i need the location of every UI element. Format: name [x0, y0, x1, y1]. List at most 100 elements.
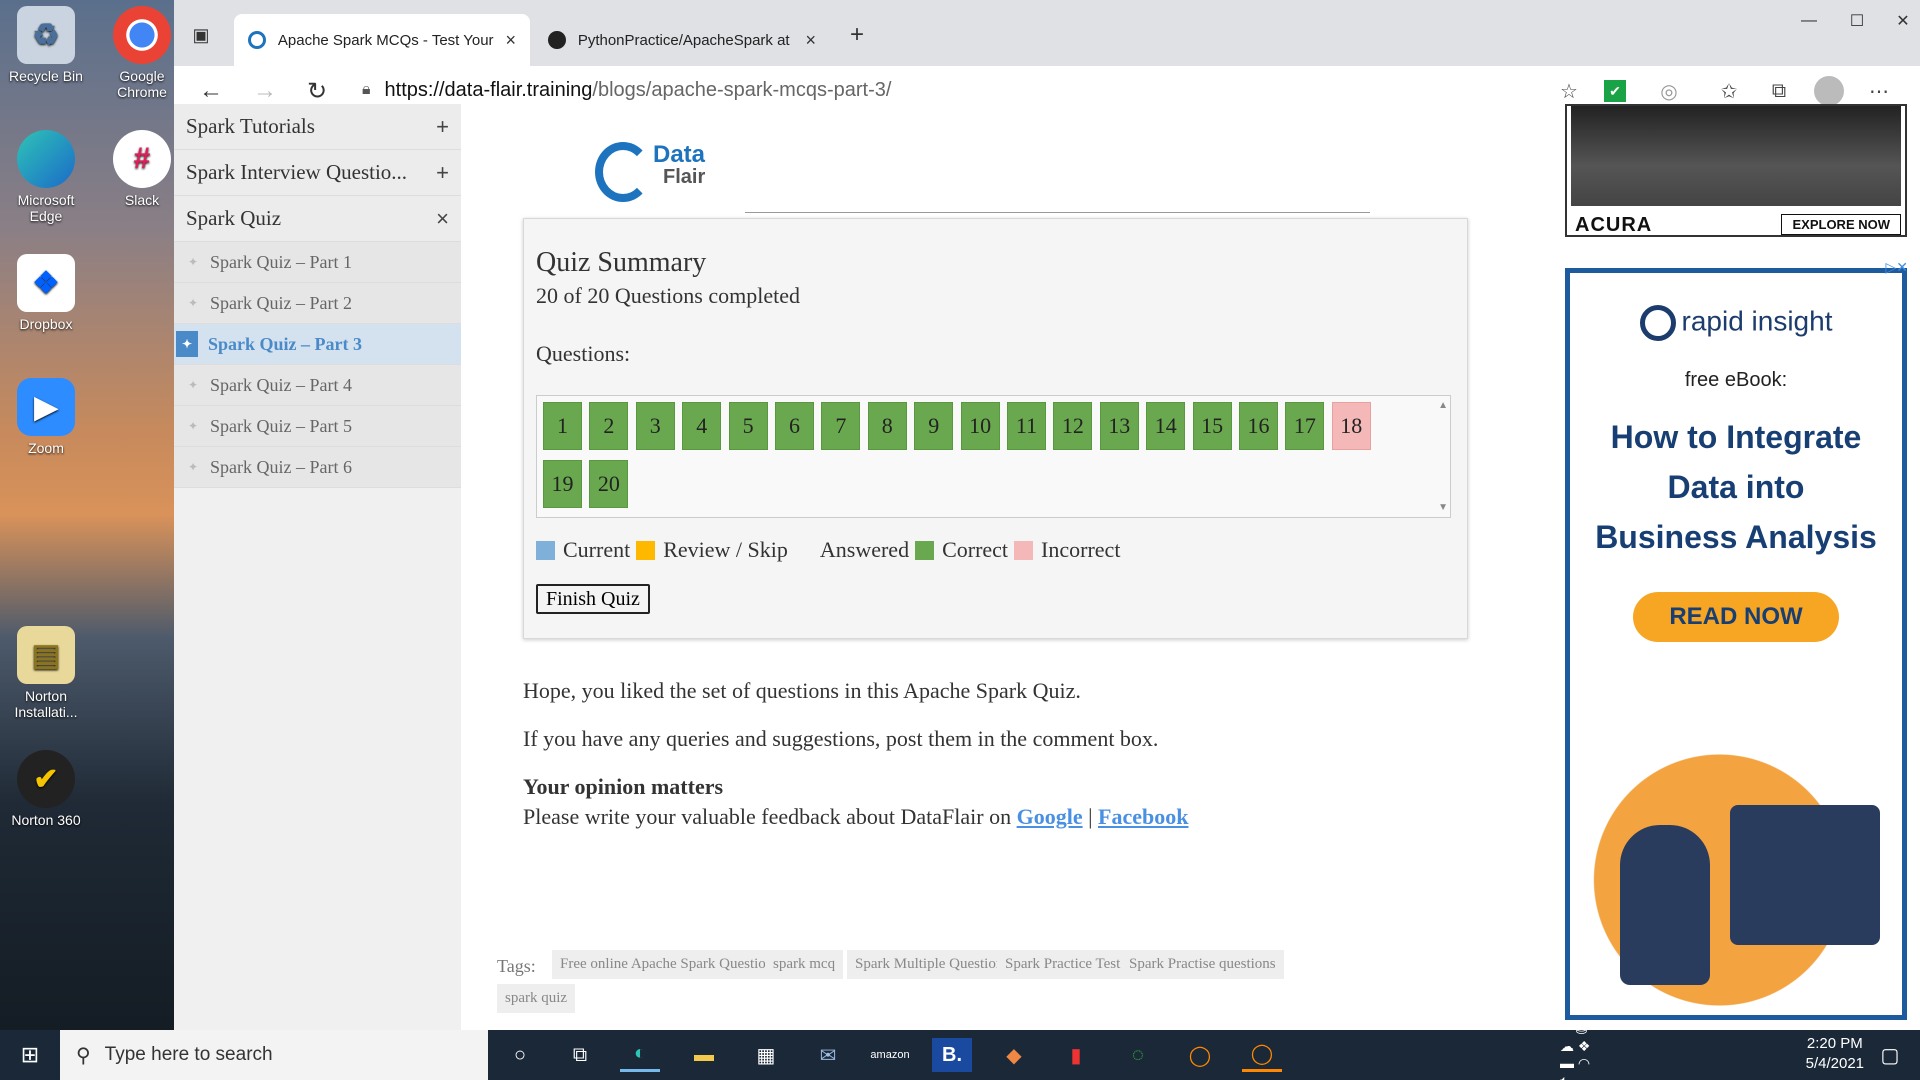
minimize-button[interactable]: —: [1792, 4, 1826, 38]
question-4-button[interactable]: 4: [682, 402, 722, 450]
profile-avatar[interactable]: [1814, 76, 1844, 106]
read-now-button[interactable]: READ NOW: [1633, 592, 1839, 642]
dropbox-shortcut[interactable]: ❖ Dropbox: [0, 254, 92, 332]
extension-icon[interactable]: ◎: [1654, 76, 1684, 106]
tag[interactable]: spark quiz: [497, 984, 576, 1013]
question-5-button[interactable]: 5: [728, 402, 768, 450]
maximize-button[interactable]: ☐: [1840, 4, 1874, 38]
extension-check-icon[interactable]: ✔: [1604, 80, 1626, 102]
clock[interactable]: 2:20 PM 5/4/2021: [1806, 1034, 1864, 1074]
scroll-down-icon[interactable]: ▼: [1438, 502, 1448, 513]
question-1-button[interactable]: 1: [543, 402, 582, 450]
edge-shortcut[interactable]: Microsoft Edge: [0, 130, 92, 224]
cortana-icon[interactable]: ○: [500, 1038, 540, 1072]
forward-arrow-icon[interactable]: →: [248, 74, 282, 108]
sidebar-item-quiz-part-4[interactable]: ✦ Spark Quiz – Part 4: [174, 365, 461, 406]
tag[interactable]: Free online Apache Spark Questions: [552, 950, 788, 979]
amazon-icon[interactable]: amazon: [870, 1038, 910, 1072]
url-path: /blogs/apache-spark-mcqs-part-3/: [592, 78, 892, 101]
question-14-button[interactable]: 14: [1146, 402, 1186, 450]
more-options-icon[interactable]: ⋯: [1864, 76, 1894, 106]
notifications-icon[interactable]: ▢: [1870, 1038, 1910, 1072]
recycle-bin-shortcut[interactable]: ♻ Recycle Bin: [0, 6, 92, 84]
question-19-button[interactable]: 19: [543, 460, 582, 508]
back-arrow-icon[interactable]: ←: [194, 74, 228, 108]
sidebar-item-quiz-part-3[interactable]: ✦ Spark Quiz – Part 3: [174, 324, 461, 365]
zoom-shortcut[interactable]: ▶ Zoom: [0, 378, 92, 456]
tag[interactable]: Spark Practice Test: [997, 950, 1129, 979]
tab-apache-spark-mcqs[interactable]: Apache Spark MCQs - Test Your ×: [234, 14, 530, 66]
ad-illustration: [1570, 715, 1902, 1015]
ad-choices-icon[interactable]: ▷✕: [1886, 259, 1909, 276]
question-16-button[interactable]: 16: [1239, 402, 1278, 450]
question-grid: ▲ ▼ 1 2 3 4 5 6 7 8 9 10 11 12 13 14 15 16 17 18 19 20: [536, 395, 1451, 518]
question-15-button[interactable]: 15: [1192, 402, 1232, 450]
jupyter-icon[interactable]: ◯: [1180, 1038, 1220, 1072]
question-9-button[interactable]: 9: [914, 402, 954, 450]
norton-360-shortcut[interactable]: ✔ Norton 360: [0, 750, 92, 828]
edge-taskbar-icon[interactable]: ◐: [620, 1038, 660, 1072]
sidebar-item-label: Spark Quiz – Part 3: [208, 333, 363, 354]
collapse-icon[interactable]: ×: [436, 206, 449, 232]
expand-icon[interactable]: +: [436, 160, 449, 186]
close-tab-icon[interactable]: ×: [805, 30, 816, 51]
sidebar-section-spark-quiz[interactable]: Spark Quiz ×: [174, 196, 461, 242]
file-explorer-icon[interactable]: ▬: [684, 1038, 724, 1072]
expand-icon[interactable]: +: [436, 114, 449, 140]
new-tab-button[interactable]: +: [840, 18, 874, 52]
question-6-button[interactable]: 6: [775, 402, 814, 450]
explore-now-button[interactable]: EXPLORE NOW: [1781, 214, 1901, 235]
finish-quiz-button[interactable]: Finish Quiz: [536, 584, 650, 614]
comment-paragraph: If you have any queries and suggestions,…: [523, 726, 1159, 751]
booking-icon[interactable]: B.: [932, 1038, 972, 1072]
app-circle-icon[interactable]: ◌: [1118, 1038, 1158, 1072]
tag[interactable]: spark mcq: [765, 950, 844, 979]
sidebar-item-quiz-part-6[interactable]: ✦ Spark Quiz – Part 6: [174, 447, 461, 488]
refresh-icon[interactable]: ↻: [300, 74, 334, 108]
app-icon[interactable]: ◆: [994, 1038, 1034, 1072]
sidebar-section-spark-tutorials[interactable]: Spark Tutorials +: [174, 104, 461, 150]
tab-actions-icon[interactable]: ▣: [184, 18, 218, 52]
question-12-button[interactable]: 12: [1053, 402, 1093, 450]
tag[interactable]: Spark Practise questions: [1121, 950, 1284, 979]
sidebar-section-spark-interview[interactable]: Spark Interview Questio... +: [174, 150, 461, 196]
sidebar-item-quiz-part-1[interactable]: ✦ Spark Quiz – Part 1: [174, 242, 461, 283]
jupyter-icon-2[interactable]: ◯: [1242, 1038, 1282, 1072]
rapid-insight-ad[interactable]: ▷✕ rapid insight free eBook: How to Inte…: [1565, 259, 1908, 1020]
question-20-button[interactable]: 20: [589, 460, 629, 508]
question-18-button[interactable]: 18: [1331, 402, 1371, 450]
close-window-button[interactable]: ✕: [1886, 4, 1920, 38]
norton-installer-shortcut[interactable]: ▤ Norton Installati...: [0, 626, 92, 720]
taskbar-search[interactable]: ⚲ Type here to search: [60, 1030, 488, 1080]
store-icon[interactable]: ▦: [746, 1038, 786, 1072]
questions-label: Questions:: [536, 341, 631, 366]
task-view-icon[interactable]: ⧉: [560, 1038, 600, 1072]
sidebar-item-quiz-part-2[interactable]: ✦ Spark Quiz – Part 2: [174, 283, 461, 324]
system-tray-icons[interactable]: ⌃ ⛁ ☁ ❖ ▬ ◠ 🔈︎: [1560, 1021, 1600, 1080]
question-10-button[interactable]: 10: [960, 402, 1000, 450]
question-8-button[interactable]: 8: [867, 402, 907, 450]
question-7-button[interactable]: 7: [821, 402, 861, 450]
collections-icon[interactable]: ⧉: [1764, 76, 1794, 106]
question-3-button[interactable]: 3: [635, 402, 675, 450]
question-17-button[interactable]: 17: [1285, 402, 1325, 450]
question-2-button[interactable]: 2: [589, 402, 629, 450]
facebook-link[interactable]: Facebook: [1098, 804, 1188, 829]
sidebar-item-label: Spark Quiz – Part 1: [210, 251, 352, 272]
question-11-button[interactable]: 11: [1007, 402, 1046, 450]
question-13-button[interactable]: 13: [1099, 402, 1139, 450]
tab-bar: ▣ Apache Spark MCQs - Test Your × Python…: [174, 0, 1920, 66]
tag[interactable]: Spark Multiple Questions: [847, 950, 1018, 979]
close-tab-icon[interactable]: ×: [505, 30, 516, 51]
windows-start-icon[interactable]: ⊞: [0, 1030, 60, 1080]
sidebar-item-label: Spark Quiz – Part 6: [210, 456, 352, 477]
scroll-up-icon[interactable]: ▲: [1438, 400, 1448, 411]
tab-github-python-practice[interactable]: PythonPractice/ApacheSpark at ×: [534, 14, 830, 66]
sidebar-item-quiz-part-5[interactable]: ✦ Spark Quiz – Part 5: [174, 406, 461, 447]
favorites-icon[interactable]: ✩: [1714, 76, 1744, 106]
add-favorite-icon[interactable]: ☆: [1554, 76, 1584, 106]
office-icon[interactable]: ▮: [1056, 1038, 1096, 1072]
acura-ad[interactable]: ACURA EXPLORE NOW: [1565, 104, 1907, 237]
google-link[interactable]: Google: [1017, 804, 1083, 829]
mail-icon[interactable]: ✉: [808, 1038, 848, 1072]
